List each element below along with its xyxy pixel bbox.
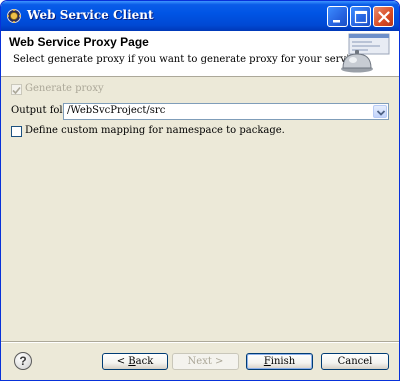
output-folder-combo[interactable]: /WebSvcProject/src	[63, 103, 389, 120]
button-bar-separator	[1, 341, 399, 343]
dialog-window: Web Service Client Web Service Proxy Pag…	[0, 0, 400, 381]
back-mnemonic: B	[128, 356, 136, 367]
custom-mapping-checkbox[interactable]	[11, 126, 22, 137]
window-title: Web Service Client	[27, 8, 154, 22]
custom-mapping-label: Define custom mapping for namespace to p…	[25, 125, 285, 136]
wizard-header: Web Service Proxy Page Select generate p…	[1, 31, 399, 77]
back-prefix: <	[116, 356, 129, 367]
maximize-icon	[354, 10, 368, 24]
maximize-button[interactable]	[350, 6, 371, 27]
minimize-button[interactable]	[327, 6, 348, 27]
finish-mnemonic: F	[263, 356, 271, 367]
finish-rest: inish	[270, 356, 296, 367]
output-folder-value: /WebSvcProject/src	[67, 105, 166, 116]
eclipse-gear-icon	[6, 8, 22, 24]
page-description: Select generate proxy if you want to gen…	[13, 54, 364, 65]
chevron-down-icon	[376, 110, 386, 116]
minimize-icon	[333, 20, 340, 23]
combo-dropdown-button[interactable]	[373, 105, 387, 118]
generate-proxy-checkbox[interactable]	[11, 84, 22, 95]
web-service-wizard-graphic	[341, 33, 390, 73]
generate-proxy-label: Generate proxy	[25, 83, 104, 94]
next-button[interactable]: Next >	[172, 353, 239, 370]
page-title: Web Service Proxy Page	[9, 35, 149, 49]
finish-button[interactable]: Finish	[246, 353, 313, 370]
cancel-button[interactable]: Cancel	[321, 353, 389, 370]
close-button[interactable]	[373, 6, 394, 27]
checkmark-icon	[12, 86, 21, 95]
back-rest: ack	[135, 356, 154, 367]
close-icon	[378, 11, 390, 23]
help-icon[interactable]: ?	[14, 352, 32, 370]
title-bar[interactable]: Web Service Client	[1, 1, 399, 31]
back-button[interactable]: < Back	[102, 353, 168, 370]
